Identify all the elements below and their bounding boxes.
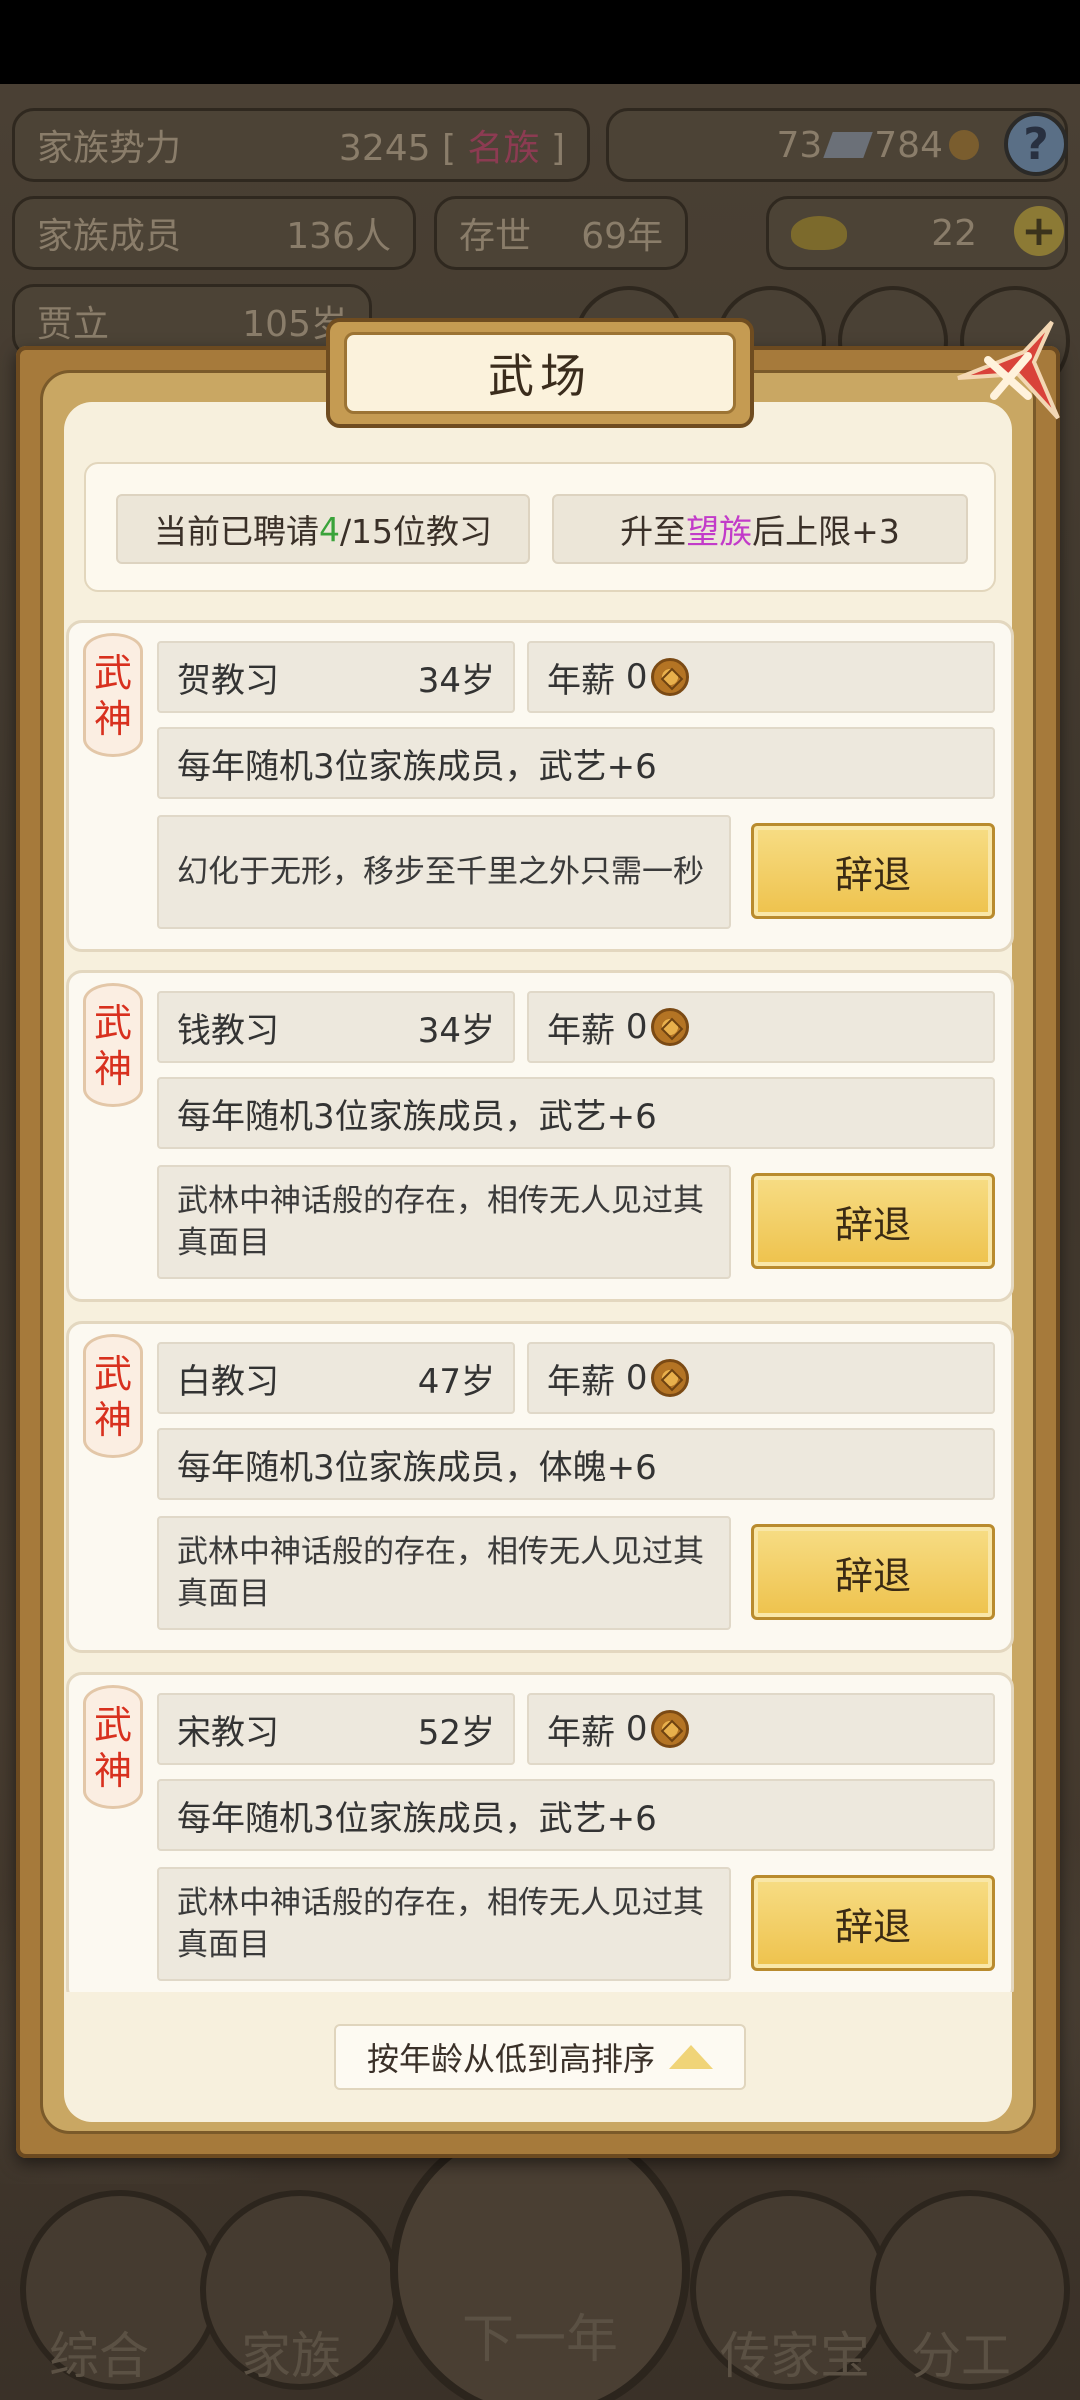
coach-description: 武林中神话般的存在，相传无人见过其真面目: [157, 1516, 731, 1630]
salary-value: 0: [625, 1007, 648, 1047]
help-icon[interactable]: ?: [1004, 112, 1068, 176]
family-members-value: 136人: [286, 216, 391, 257]
next-year-label: 下一年: [461, 2310, 618, 2370]
salary-cell: 年薪 0: [527, 1693, 995, 1765]
nav-family[interactable]: 家族: [196, 2316, 386, 2388]
salary-label: 年薪: [547, 1361, 615, 1402]
years-label: 存世: [459, 216, 532, 257]
coach-age: 34岁: [417, 1010, 495, 1051]
rank-tag: 武神: [83, 633, 143, 757]
coach-card: 武神 贺教习 34岁 年薪 0 每年随机3位家族成员，武艺+6 幻化于无形，移步…: [66, 620, 1014, 952]
dismiss-button[interactable]: 辞退: [751, 823, 995, 919]
nav-overview[interactable]: 综合: [4, 2316, 194, 2388]
salary-label: 年薪: [547, 660, 615, 701]
rank-tag: 武神: [83, 983, 143, 1107]
family-members-label: 家族成员: [37, 216, 182, 257]
currency-pill: 73 784: [606, 108, 1068, 182]
close-icon: [957, 320, 1060, 420]
coach-name: 贺教习: [177, 660, 279, 701]
coach-description: 武林中神话般的存在，相传无人见过其真面目: [157, 1867, 731, 1981]
coin-icon: [949, 130, 979, 160]
coach-list[interactable]: 武神 贺教习 34岁 年薪 0 每年随机3位家族成员，武艺+6 幻化于无形，移步…: [64, 620, 1016, 1992]
coin-icon: [651, 1359, 690, 1397]
person-name: 贾立: [37, 304, 110, 345]
salary-label: 年薪: [547, 1712, 615, 1753]
gold-ingot-icon: [791, 216, 847, 250]
silver-value: 73: [776, 124, 823, 166]
hired-count: 当前已聘请 4/15位教习: [116, 494, 530, 564]
salary-value: 0: [625, 657, 648, 697]
coach-description: 幻化于无形，移步至千里之外只需一秒: [157, 815, 731, 929]
coach-age: 52岁: [417, 1712, 495, 1753]
salary-value: 0: [625, 1358, 648, 1398]
coach-effect: 每年随机3位家族成员，武艺+6: [157, 1779, 995, 1851]
silver-icon: [823, 132, 874, 158]
coach-name-cell: 钱教习 34岁: [157, 991, 515, 1063]
dismiss-button[interactable]: 辞退: [751, 1875, 995, 1971]
nav-heirloom[interactable]: 传家宝: [700, 2316, 890, 2388]
coach-name: 宋教习: [177, 1712, 279, 1753]
family-members-pill: 家族成员 136人: [12, 196, 416, 270]
coin-icon: [651, 1008, 690, 1046]
coach-name-cell: 贺教习 34岁: [157, 641, 515, 713]
coin-icon: [651, 658, 690, 696]
sort-label: 按年龄从低到高排序: [366, 2040, 655, 2078]
rank-tag: 武神: [83, 1685, 143, 1809]
years-value: 69年: [581, 216, 663, 257]
nav-assign[interactable]: 分工: [866, 2316, 1056, 2388]
gold-value: 22: [931, 212, 977, 254]
salary-cell: 年薪 0: [527, 641, 995, 713]
hire-info-box: 当前已聘请 4/15位教习 升至 望族 后上限+3: [84, 462, 996, 592]
coin-value: 784: [874, 124, 943, 166]
coach-effect: 每年随机3位家族成员，武艺+6: [157, 727, 995, 799]
family-power-label: 家族势力: [37, 128, 182, 169]
salary-label: 年薪: [547, 1010, 615, 1051]
add-gold-icon[interactable]: +: [1014, 206, 1064, 256]
coach-card: 武神 钱教习 34岁 年薪 0 每年随机3位家族成员，武艺+6 武林中神话般的存…: [66, 970, 1014, 1302]
coach-effect: 每年随机3位家族成员，体魄+6: [157, 1428, 995, 1500]
coach-age: 47岁: [417, 1361, 495, 1402]
dialog-title: 武场: [344, 332, 736, 414]
salary-cell: 年薪 0: [527, 1342, 995, 1414]
dismiss-button[interactable]: 辞退: [751, 1173, 995, 1269]
coin-icon: [651, 1710, 690, 1748]
coach-name: 白教习: [177, 1361, 279, 1402]
dismiss-button[interactable]: 辞退: [751, 1524, 995, 1620]
rank-tag: 武神: [83, 1334, 143, 1458]
coach-name-cell: 白教习 47岁: [157, 1342, 515, 1414]
coach-effect: 每年随机3位家族成员，武艺+6: [157, 1077, 995, 1149]
next-year-button[interactable]: 下一年: [390, 2120, 690, 2400]
upgrade-limit-info: 升至 望族 后上限+3: [552, 494, 968, 564]
family-power-pill: 家族势力 3245 [ 名族 ]: [12, 108, 590, 182]
salary-cell: 年薪 0: [527, 991, 995, 1063]
coach-card: 武神 白教习 47岁 年薪 0 每年随机3位家族成员，体魄+6 武林中神话般的存…: [66, 1321, 1014, 1653]
family-rank: 名族: [467, 128, 540, 169]
status-bar: [0, 0, 1080, 84]
dialog-title-plate: 武场: [326, 318, 754, 428]
sort-ascending-icon: [669, 2045, 713, 2069]
sort-button[interactable]: 按年龄从低到高排序: [334, 2024, 746, 2090]
close-button[interactable]: [948, 314, 1060, 426]
family-power-value: 3245: [338, 128, 431, 169]
salary-value: 0: [625, 1709, 648, 1749]
years-pill: 存世 69年: [434, 196, 688, 270]
coach-card: 武神 宋教习 52岁 年薪 0 每年随机3位家族成员，武艺+6 武林中神话般的存…: [66, 1672, 1014, 1992]
coach-description: 武林中神话般的存在，相传无人见过其真面目: [157, 1165, 731, 1279]
coach-name-cell: 宋教习 52岁: [157, 1693, 515, 1765]
coach-age: 34岁: [417, 660, 495, 701]
coach-name: 钱教习: [177, 1010, 279, 1051]
